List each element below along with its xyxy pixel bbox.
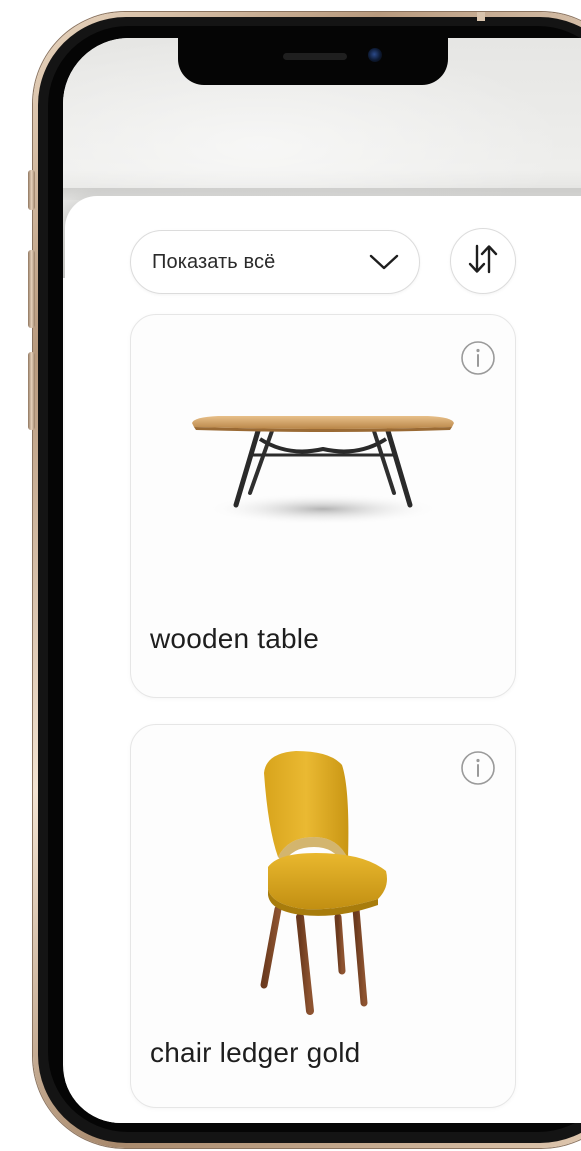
product-card[interactable]: chair ledger gold: [130, 724, 516, 1108]
filter-dropdown-label: Показать всё: [152, 250, 276, 273]
product-card[interactable]: wooden table: [130, 314, 516, 698]
product-image: [131, 405, 515, 545]
wooden-table-image: [188, 405, 458, 545]
antenna-band: [477, 12, 485, 21]
volume-down-button: [28, 352, 35, 430]
notch: [178, 38, 448, 85]
sort-button[interactable]: [450, 228, 516, 294]
filter-dropdown[interactable]: Показать всё: [130, 230, 420, 294]
earpiece-speaker: [283, 53, 347, 60]
chevron-down-icon: [367, 251, 401, 273]
stage: Показать всё wooden table chair ledger g…: [0, 0, 581, 1151]
sort-arrows-icon: [466, 242, 500, 281]
catalog-sheet: Показать всё wooden table chair ledger g…: [65, 196, 581, 1123]
product-name: chair ledger gold: [150, 1037, 361, 1068]
info-icon: [460, 340, 496, 381]
volume-up-button: [28, 250, 35, 328]
screen: Показать всё wooden table chair ledger g…: [63, 38, 581, 1123]
front-camera: [368, 48, 382, 62]
product-name: wooden table: [150, 623, 319, 654]
info-button[interactable]: [459, 340, 497, 381]
product-image: [131, 749, 515, 1019]
mute-switch: [28, 170, 35, 210]
yellow-chair-image: [238, 749, 408, 1019]
